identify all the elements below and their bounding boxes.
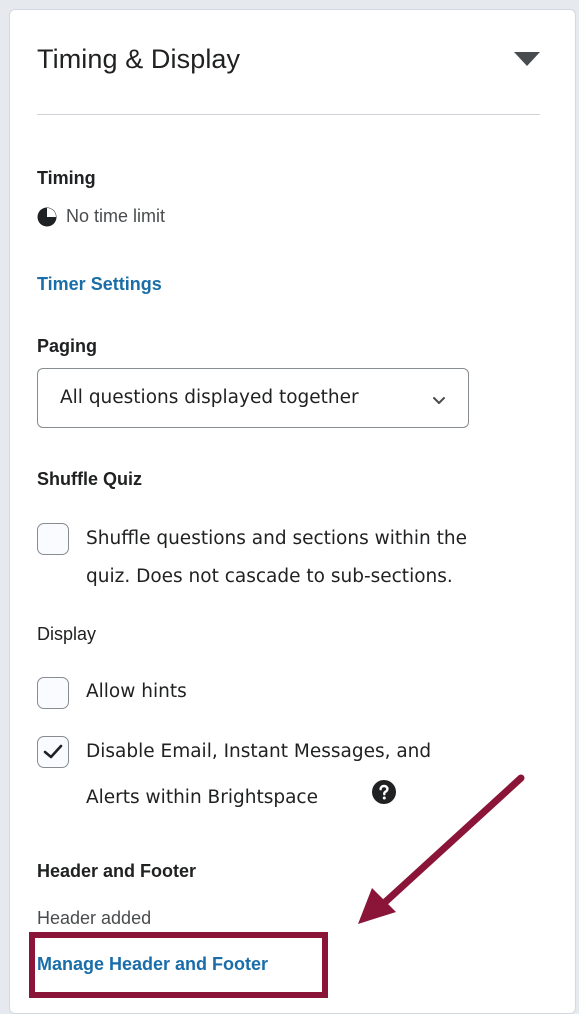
- chevron-down-icon: [432, 393, 446, 404]
- paging-heading: Paging: [37, 336, 98, 356]
- shuffle-heading: Shuffle Quiz: [37, 469, 142, 489]
- paging-select[interactable]: All questions displayed together: [37, 368, 469, 428]
- help-icon[interactable]: [372, 780, 396, 804]
- shuffle-label-line1: Shuffle questions and sections within th…: [86, 528, 467, 549]
- checkmark-icon: [43, 744, 63, 759]
- timing-heading: Timing: [37, 168, 96, 188]
- disable-email-label-line2: Alerts within Brightspace: [86, 787, 318, 808]
- display-heading: Display: [37, 624, 97, 644]
- disable-email-label-line1: Disable Email, Instant Messages, and: [86, 741, 432, 762]
- header-footer-status: Header added: [37, 908, 152, 928]
- panel-title: Timing & Display: [37, 44, 241, 74]
- annotation-highlight-box: [29, 932, 328, 998]
- disable-email-checkbox[interactable]: [37, 736, 69, 768]
- shuffle-checkbox[interactable]: [37, 523, 69, 555]
- shuffle-label-line2: quiz. Does not cascade to sub-sections.: [86, 566, 453, 587]
- allow-hints-label: Allow hints: [86, 681, 187, 702]
- timer-settings-link[interactable]: Timer Settings: [37, 274, 162, 295]
- caret-down-icon[interactable]: [512, 50, 542, 70]
- allow-hints-checkbox[interactable]: [37, 677, 69, 709]
- title-divider: [37, 114, 540, 115]
- clock-icon: [37, 207, 57, 227]
- header-footer-heading: Header and Footer: [37, 861, 197, 881]
- paging-select-value: All questions displayed together: [60, 387, 359, 408]
- timing-status: No time limit: [66, 206, 166, 226]
